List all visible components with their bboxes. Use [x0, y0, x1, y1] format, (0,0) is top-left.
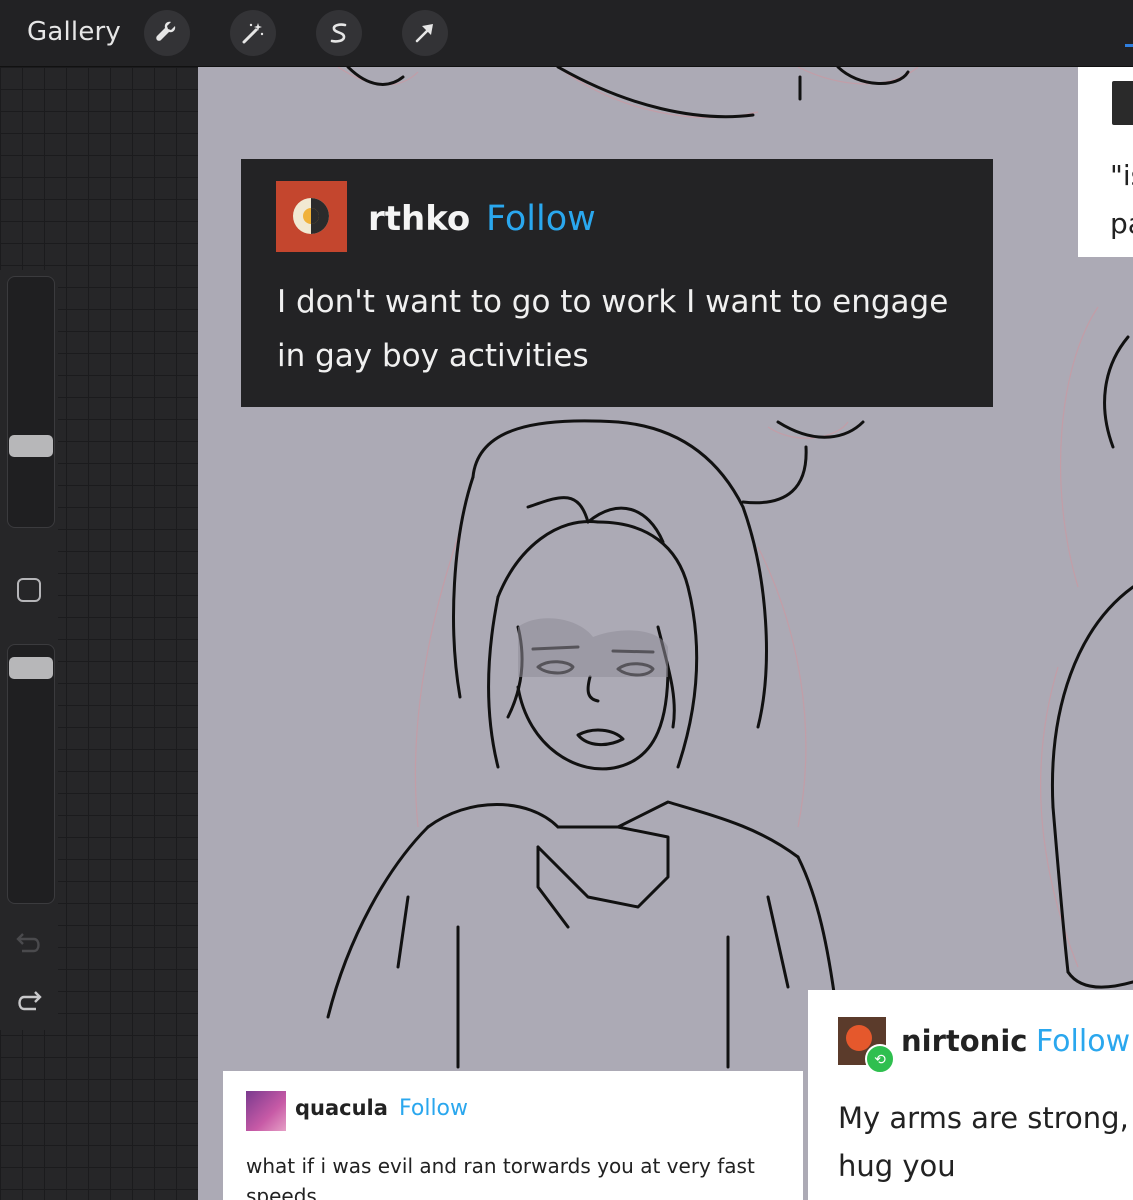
- opacity-thumb[interactable]: [9, 657, 53, 679]
- color-indicator: [1125, 44, 1133, 47]
- drawing-canvas[interactable]: "is pa rthko Follow I don't want to go t…: [198, 67, 1133, 1200]
- follow-button-nirtonic[interactable]: Follow: [1036, 1024, 1130, 1059]
- post-text-rthko: I don't want to go to work I want to eng…: [277, 284, 949, 374]
- post-text-nirtonic: My arms are strong, hug you: [838, 1101, 1129, 1183]
- avatar: [1112, 81, 1133, 125]
- undo-icon[interactable]: [14, 930, 44, 961]
- opacity-slider[interactable]: [7, 644, 55, 904]
- selection-s-icon[interactable]: [316, 10, 362, 56]
- redo-icon[interactable]: [14, 988, 44, 1019]
- gallery-button[interactable]: Gallery: [27, 17, 121, 47]
- follow-button-rthko[interactable]: Follow: [486, 199, 596, 239]
- avatar-quacula: [246, 1091, 286, 1131]
- post-nirtonic: ⟲ nirtonic Follow My arms are strong, hu…: [808, 990, 1133, 1200]
- magic-wand-icon[interactable]: [230, 10, 276, 56]
- wrench-icon[interactable]: [144, 10, 190, 56]
- brush-size-slider[interactable]: [7, 276, 55, 528]
- partial-post-top-right: "is pa: [1078, 67, 1133, 257]
- modify-square-icon[interactable]: [17, 578, 41, 602]
- reblog-icon: ⟲: [865, 1044, 895, 1074]
- avatar-rthko: [276, 181, 347, 252]
- partial-post-text-line1: "is: [1110, 159, 1133, 192]
- username-quacula[interactable]: quacula: [295, 1096, 388, 1120]
- username-rthko[interactable]: rthko: [368, 199, 470, 239]
- follow-button-quacula[interactable]: Follow: [399, 1096, 468, 1121]
- username-nirtonic[interactable]: nirtonic: [901, 1024, 1027, 1058]
- top-toolbar: Gallery: [0, 0, 1133, 67]
- brush-size-thumb[interactable]: [9, 435, 53, 457]
- transform-arrow-icon[interactable]: [402, 10, 448, 56]
- partial-post-text-line2: pa: [1110, 207, 1133, 240]
- sidebar: [0, 270, 58, 1030]
- post-text-quacula: what if i was evil and ran torwards you …: [246, 1154, 755, 1200]
- post-rthko: rthko Follow I don't want to go to work …: [241, 159, 993, 407]
- post-quacula: quacula Follow what if i was evil and ra…: [223, 1071, 803, 1200]
